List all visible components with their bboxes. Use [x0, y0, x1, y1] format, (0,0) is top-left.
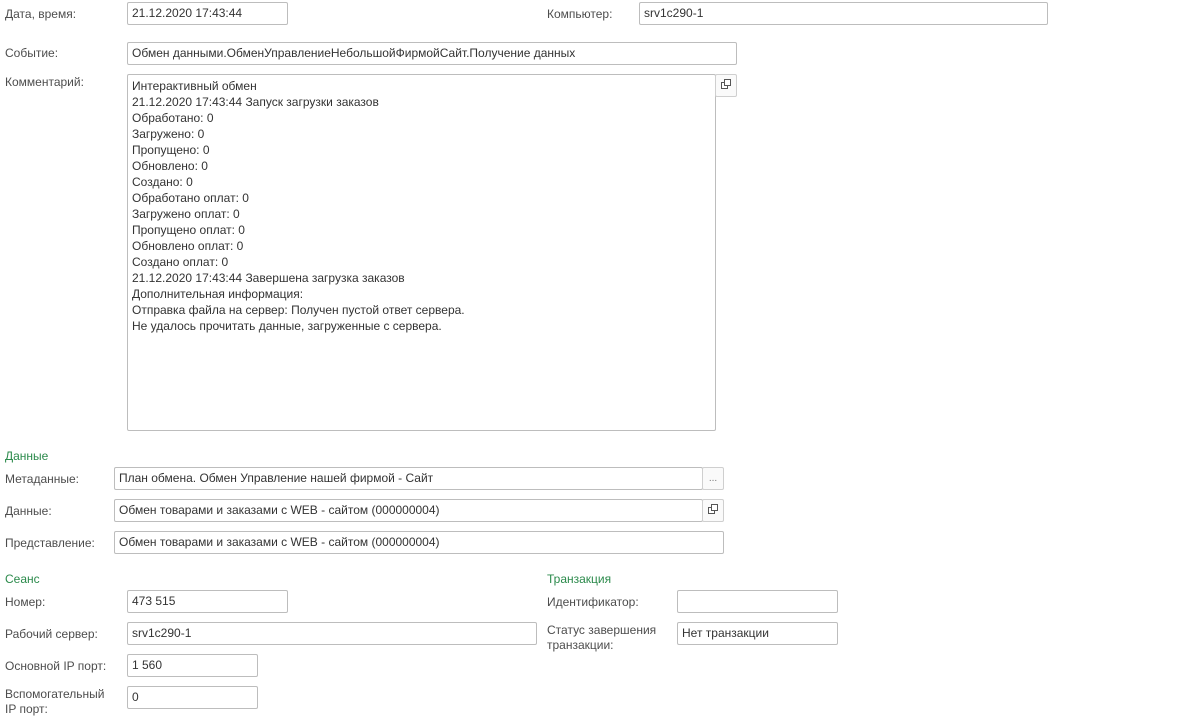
event-label: Событие: [5, 46, 59, 60]
data-section-title: Данные [5, 449, 49, 463]
computer-field[interactable]: srv1c290-1 [639, 2, 1048, 25]
transaction-id-field[interactable] [677, 590, 838, 613]
datetime-field[interactable]: 21.12.2020 17:43:44 [127, 2, 288, 25]
data-label: Данные: [5, 504, 52, 518]
comment-textarea[interactable]: Интерактивный обмен 21.12.2020 17:43:44 … [127, 74, 716, 431]
open-window-icon [708, 504, 718, 517]
transaction-status-label-line1: Статус завершения [547, 623, 657, 637]
transaction-status-label-line2: транзакции: [547, 638, 614, 652]
open-window-icon [721, 79, 731, 92]
metadata-field[interactable]: План обмена. Обмен Управление нашей фирм… [114, 467, 703, 490]
aux-port-label-line2: IP порт: [5, 702, 48, 716]
presentation-field[interactable]: Обмен товарами и заказами с WEB - сайтом… [114, 531, 724, 554]
main-port-label: Основной IP порт: [5, 659, 107, 673]
transaction-id-label: Идентификатор: [547, 595, 639, 609]
datetime-label: Дата, время: [5, 7, 77, 21]
metadata-select-button[interactable]: ... [702, 467, 724, 490]
event-field[interactable]: Обмен данными.ОбменУправлениеНебольшойФи… [127, 42, 737, 65]
session-section-title: Сеанс [5, 572, 40, 586]
ellipsis-icon: ... [708, 472, 718, 484]
aux-port-field[interactable]: 0 [127, 686, 258, 709]
comment-label: Комментарий: [5, 75, 84, 89]
main-port-field[interactable]: 1 560 [127, 654, 258, 677]
data-open-button[interactable] [702, 499, 724, 522]
aux-port-label-line1: Вспомогательный [5, 687, 105, 701]
session-number-label: Номер: [5, 595, 46, 609]
transaction-status-field[interactable]: Нет транзакции [677, 622, 838, 645]
presentation-label: Представление: [5, 536, 95, 550]
transaction-section-title: Транзакция [547, 572, 612, 586]
data-field[interactable]: Обмен товарами и заказами с WEB - сайтом… [114, 499, 703, 522]
computer-label: Компьютер: [547, 7, 613, 21]
session-number-field[interactable]: 473 515 [127, 590, 288, 613]
work-server-field[interactable]: srv1c290-1 [127, 622, 537, 645]
metadata-label: Метаданные: [5, 472, 80, 486]
work-server-label: Рабочий сервер: [5, 627, 98, 641]
comment-open-button[interactable] [715, 74, 737, 97]
